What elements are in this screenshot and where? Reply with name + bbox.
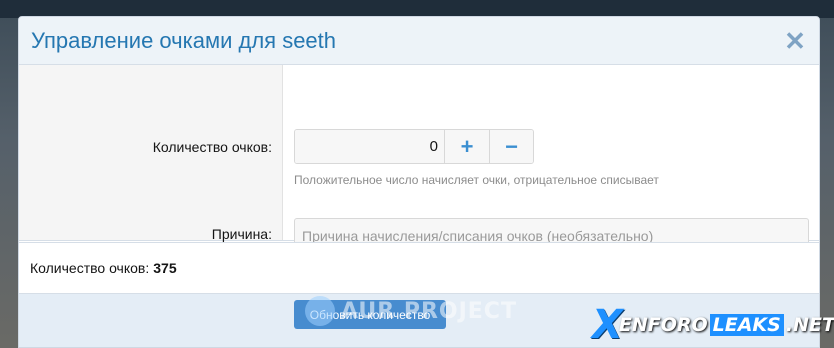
points-input[interactable] [295,130,445,163]
points-label: Количество очков: [152,139,272,155]
dialog-header: Управление очками для seeth ✕ [19,17,819,65]
reason-label: Причина: [211,226,272,242]
points-summary: Количество очков: 375 [19,242,819,293]
minus-icon[interactable]: − [488,130,533,163]
plus-icon[interactable]: + [445,130,489,163]
points-stepper: + − [294,129,534,164]
label-column: Количество очков: Причина: [19,65,283,242]
points-dialog: Управление очками для seeth ✕ Количество… [18,16,820,348]
form-body: Количество очков: Причина: + − Положител… [19,65,819,273]
summary-value: 375 [153,260,177,276]
dialog-footer: Обновить количество [19,293,819,347]
dialog-title: Управление очками для seeth [31,27,337,53]
summary-label: Количество очков: [30,260,150,276]
points-hint: Положительное число начисляет очки, отри… [294,173,659,187]
close-icon[interactable]: ✕ [783,28,807,54]
update-points-button[interactable]: Обновить количество [294,300,446,329]
